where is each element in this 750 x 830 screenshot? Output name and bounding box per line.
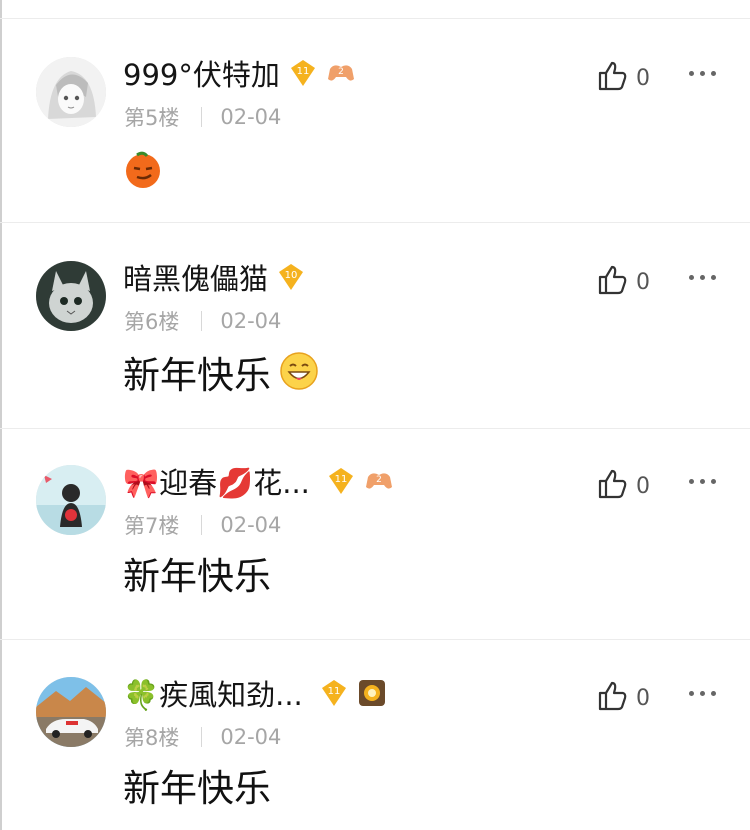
username-row: 999°伏特加 11 2	[123, 57, 356, 93]
comment-meta: 第6楼 02-04	[124, 306, 281, 336]
girl-avatar-image	[36, 465, 106, 535]
more-options-icon[interactable]	[689, 479, 716, 484]
comment-meta: 第8楼 02-04	[124, 722, 281, 752]
comment-meta: 第5楼 02-04	[124, 102, 281, 132]
gamepad-badge-icon: 2	[326, 61, 356, 89]
anime-avatar-image	[36, 57, 106, 127]
meta-separator	[201, 515, 203, 535]
username-row: 🎀 迎春 💋 花... 11 2	[123, 465, 394, 501]
comment-text: 新年快乐	[123, 354, 271, 397]
like-count: 0	[636, 685, 650, 711]
thumbs-up-icon	[594, 59, 630, 97]
username[interactable]: 999°伏特加	[123, 57, 280, 93]
like-count: 0	[636, 65, 650, 91]
username[interactable]: 疾風知劲...	[159, 677, 303, 713]
svg-text:2: 2	[376, 475, 382, 485]
svg-text:10: 10	[285, 270, 298, 281]
svg-text:11: 11	[335, 474, 348, 485]
cat-avatar-image	[36, 261, 106, 331]
level-badge: 11	[326, 466, 356, 500]
gamepad-badge-icon: 2	[364, 469, 394, 497]
like-button[interactable]: 0	[594, 59, 650, 97]
clover-emoji: 🍀	[123, 678, 160, 712]
divider	[0, 639, 750, 640]
comment-meta: 第7楼 02-04	[124, 510, 281, 540]
username-row: 🍀 疾風知劲... 11	[123, 677, 387, 713]
orange-face-emoji-icon	[123, 149, 163, 199]
more-options-icon[interactable]	[689, 71, 716, 76]
comment-content: 新年快乐	[123, 555, 271, 599]
like-button[interactable]: 0	[594, 679, 650, 717]
avatar[interactable]	[36, 465, 106, 535]
thumbs-up-icon	[594, 679, 630, 717]
avatar[interactable]	[36, 677, 106, 747]
more-options-icon[interactable]	[689, 275, 716, 280]
medal-badge-icon	[357, 678, 387, 712]
left-edge-line	[0, 0, 2, 830]
floor-number: 第6楼	[124, 310, 180, 334]
grin-emoji-icon	[279, 351, 319, 401]
like-count: 0	[636, 473, 650, 499]
avatar[interactable]	[36, 57, 106, 127]
like-button[interactable]: 0	[594, 467, 650, 505]
comment-date: 02-04	[220, 309, 282, 333]
username-row: 暗黑傀儡猫 10	[123, 261, 306, 297]
comment-content	[123, 149, 163, 199]
thumbs-up-icon	[594, 467, 630, 505]
comment-date: 02-04	[220, 105, 282, 129]
floor-number: 第7楼	[124, 514, 180, 538]
comment-content: 新年快乐	[123, 767, 271, 811]
meta-separator	[201, 311, 203, 331]
comment-content: 新年快乐	[123, 351, 319, 401]
thumbs-up-icon	[594, 263, 630, 301]
car-avatar-image	[36, 677, 106, 747]
level-badge: 10	[276, 262, 306, 296]
lips-emoji: 💋	[217, 466, 254, 500]
username[interactable]: 暗黑傀儡猫	[123, 261, 268, 297]
bow-emoji: 🎀	[123, 466, 160, 500]
comment-date: 02-04	[220, 725, 282, 749]
comment-text: 新年快乐	[123, 767, 271, 810]
level-badge: 11	[288, 58, 318, 92]
divider	[0, 18, 750, 19]
username[interactable]: 迎春	[159, 465, 217, 501]
floor-number: 第5楼	[124, 106, 180, 130]
avatar[interactable]	[36, 261, 106, 331]
floor-number: 第8楼	[124, 726, 180, 750]
level-badge: 11	[319, 678, 349, 712]
svg-text:11: 11	[296, 66, 309, 77]
like-button[interactable]: 0	[594, 263, 650, 301]
meta-separator	[201, 727, 203, 747]
divider	[0, 428, 750, 429]
divider	[0, 222, 750, 223]
svg-text:2: 2	[338, 67, 344, 77]
username-suffix[interactable]: 花...	[253, 465, 310, 501]
like-count: 0	[636, 269, 650, 295]
comment-date: 02-04	[220, 513, 282, 537]
svg-text:11: 11	[327, 686, 340, 697]
more-options-icon[interactable]	[689, 691, 716, 696]
comment-text: 新年快乐	[123, 555, 271, 598]
meta-separator	[201, 107, 203, 127]
